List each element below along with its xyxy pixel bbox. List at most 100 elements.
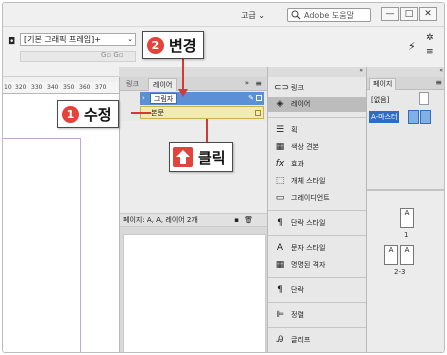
trash-icon[interactable]: 🗑 [244,214,253,226]
master-none-label[interactable]: [없음] [371,95,389,105]
dock-item-label: 문자 스타일 [291,244,326,252]
annotation-text: 클릭 [198,148,226,167]
quick-apply-icon[interactable]: ⚡ [408,40,416,53]
dock-item-label: 효과 [291,160,304,168]
dock-item-gradient[interactable]: ▭ 그레이디언트 [268,191,366,206]
dock-item-paragraph-styles[interactable]: ¶ 단락 스타일 [268,216,366,231]
page-master-letter: A [388,246,394,254]
dock-item-named-grids[interactable]: ▦ 명명된 격자 [268,258,366,273]
panel-menu-icon[interactable]: ≡ [435,78,442,87]
dock-item-glyphs[interactable]: Ꭿ 글리프 [268,333,366,348]
dock-item-label: 색상 견본 [291,143,319,151]
object-style-value: [기본 그래픽 프레임]+ [24,35,101,44]
edit-connector-line [131,112,151,114]
stroke-icon: ☰ [275,125,285,135]
panel-tab-bar: 링크 레이어 » ≡ [120,77,267,91]
page-master-letter: A [404,246,410,254]
page-preview [123,234,266,352]
effects-icon: fx [275,159,285,169]
app-window: 고급 ⌄ Adobe 도움말 — □ ✕ ◘ [기본 그래픽 프레임]+ ⌄ G… [2,2,445,353]
annotation-click: 클릭 [169,142,233,172]
dock-item-align[interactable]: ⊫ 정렬 [268,308,366,323]
workspace-switcher[interactable]: 고급 ⌄ [241,10,265,21]
frame-icon: ◘ [8,37,16,47]
dock-item-layers[interactable]: ◈ 레이어 [268,97,366,112]
page-thumbnail-3[interactable]: A [400,245,414,265]
pen-icon: ✎ [248,94,254,102]
divider [268,235,366,236]
master-none-thumbnail[interactable] [419,92,429,105]
master-a-label[interactable]: A-마스터 [369,111,400,123]
annotation-change: 2 변경 [142,31,204,59]
pages-list: A 1 A A 2-3 [367,191,444,352]
dock-item-label: 링크 [291,84,304,92]
layer-row-body[interactable]: 본문 [140,106,264,119]
new-layer-icon[interactable]: ▪ [234,214,239,226]
page-margin-guide [3,138,81,352]
layer-color-swatch[interactable] [256,95,262,101]
dock-item-links[interactable]: ⊂⊃ 링크 [268,81,366,96]
layers-status-text: 페이지: A, A, 레이어 2개 [123,216,198,224]
step-number-badge: 1 [62,105,79,123]
layer-row-shadow[interactable]: › 그림자 ✎ [140,92,264,105]
dock-item-label: 단락 [291,286,304,294]
layers-footer: 페이지: A, A, 레이어 2개 ▪ 🗑 [120,213,267,227]
dock-item-character-styles[interactable]: A 문자 스타일 [268,241,366,256]
named-grid-icon: ▦ [275,260,285,270]
master-a-thumbnail-left[interactable] [408,110,419,124]
dock-item-swatches[interactable]: ▦ 색상 견본 [268,140,366,155]
paragraph-icon: ¶ [277,285,283,295]
dock-item-label: 그레이디언트 [291,194,330,202]
tab-layers[interactable]: 레이어 [148,78,178,91]
layer-color-swatch[interactable] [255,110,261,116]
link-toggle-icons[interactable]: G▫ G▫ [101,51,124,59]
help-search-field[interactable]: Adobe 도움말 [287,8,371,22]
page-number-label: 1 [404,231,409,239]
master-a-thumbnail-right[interactable] [420,110,431,124]
dock-item-label: 레이어 [291,100,311,108]
layers-panel: 링크 레이어 » ≡ › 그림자 ✎ 본문 페이지: A, A, 레이어 2개 … [119,77,307,352]
page-thumbnail-2[interactable]: A [384,245,398,265]
ruler-tick: 340 [47,84,59,91]
restore-button[interactable]: □ [400,7,418,21]
tab-pages[interactable]: 페이지 [369,78,397,90]
dock-item-label: 획 [291,126,298,134]
dock-item-label: 글리프 [291,336,311,344]
object-style-icon: ⬚ [275,176,285,186]
dock-item-label: 명명된 격자 [291,261,326,269]
dock-item-effects[interactable]: fx 효과 [268,157,366,172]
document-preview-area [120,227,267,352]
dock-item-label: 개체 스타일 [291,177,326,185]
page-thumbnail-1[interactable]: A [400,208,414,228]
panel-menu-icon[interactable]: ≡ [255,79,262,88]
dock-item-label: 정렬 [291,311,304,319]
step-number-badge: 2 [147,36,164,54]
search-icon [291,10,301,20]
panel-menu-icon[interactable]: ≡ [426,47,434,57]
layer-name-input[interactable]: 그림자 [150,93,178,104]
click-arrow-icon [173,147,193,167]
document-canvas[interactable] [3,94,119,352]
click-connector-line [206,119,208,143]
paragraph-style-icon: ¶ [277,218,283,228]
character-style-icon: A [276,243,284,253]
pages-tab-bar: 페이지 ≡ [367,77,444,90]
gradient-icon: ▭ [275,193,285,203]
close-button[interactable]: ✕ [419,7,437,21]
gear-icon[interactable]: ✲ [426,33,434,43]
title-bar: 고급 ⌄ Adobe 도움말 — □ ✕ [3,3,444,27]
collapsed-panel-dock: » ⊂⊃ 링크 ◈ 레이어 ☰ 획 ▦ 색상 견본 fx 효과 ⬚ 개체 스타일… [267,67,367,352]
dock-expand-icon[interactable]: « [367,67,444,77]
expand-arrow-icon[interactable]: › [142,92,145,104]
align-icon: ⊫ [276,310,284,320]
dock-item-paragraph[interactable]: ¶ 단락 [268,283,366,298]
ruler-tick: 370 [95,84,107,91]
dock-item-object-styles[interactable]: ⬚ 개체 스타일 [268,174,366,189]
collapse-panel-icon[interactable]: » [245,79,249,87]
object-style-select[interactable]: [기본 그래픽 프레임]+ ⌄ [20,33,136,46]
dock-expand-icon[interactable]: » [268,67,366,77]
tab-links[interactable]: 링크 [122,78,143,91]
dock-item-stroke[interactable]: ☰ 획 [268,123,366,138]
dock-header [119,67,267,77]
minimize-button[interactable]: — [381,7,399,21]
